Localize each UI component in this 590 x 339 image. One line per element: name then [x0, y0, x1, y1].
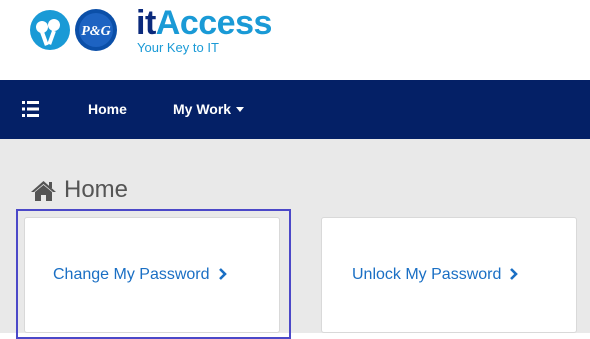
app-subtitle: Your Key to IT: [137, 40, 219, 55]
app-title-suffix: Access: [155, 4, 273, 42]
site-header: P&G itAccess Your Key to IT: [0, 0, 590, 80]
unlock-password-card[interactable]: Unlock My Password: [321, 217, 577, 333]
main-navbar: Home My Work: [0, 80, 590, 139]
nav-my-work-dropdown[interactable]: My Work: [173, 101, 245, 118]
pg-logo-text: P&G: [81, 24, 111, 39]
app-title: itAccess: [136, 5, 272, 41]
change-password-link[interactable]: Change My Password: [53, 265, 228, 285]
change-password-card[interactable]: Change My Password: [24, 217, 280, 333]
itaccess-logo[interactable]: P&G: [28, 7, 128, 53]
unlock-password-link[interactable]: Unlock My Password: [352, 265, 519, 285]
unlock-password-label: Unlock My Password: [352, 266, 502, 283]
nav-my-work-label: My Work: [173, 101, 232, 117]
change-password-label: Change My Password: [53, 266, 210, 283]
chevron-right-icon: [510, 267, 519, 280]
chevron-right-icon: [218, 267, 227, 280]
page-title: Home: [64, 176, 129, 203]
main-content: Home Change My Password Unlock My Passwo…: [0, 139, 590, 339]
caret-down-icon: [236, 106, 245, 112]
nav-home-link[interactable]: Home: [88, 101, 127, 118]
hamburger-menu-icon[interactable]: [22, 101, 39, 117]
app-title-prefix: it: [136, 4, 156, 42]
home-icon: [31, 181, 56, 201]
